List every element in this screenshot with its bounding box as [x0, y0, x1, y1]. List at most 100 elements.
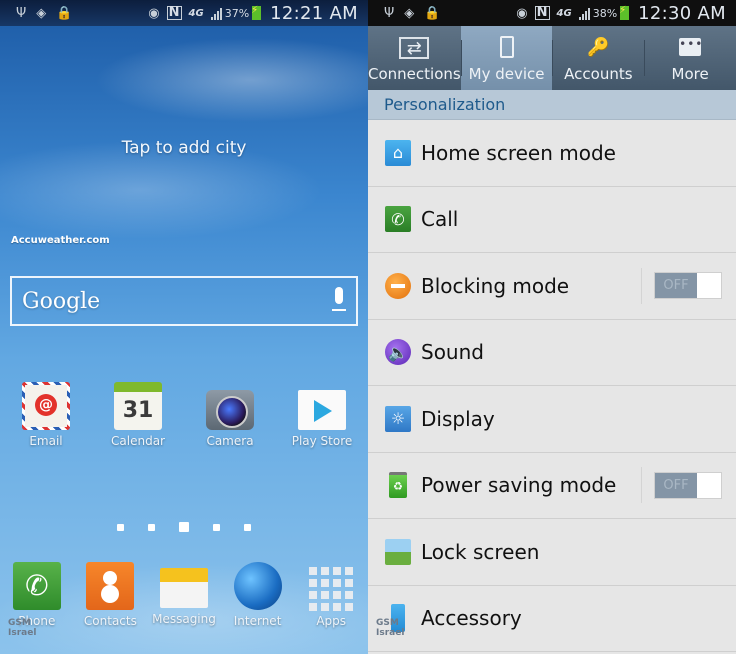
item-label: Display: [421, 406, 495, 431]
tab-label: My device: [468, 65, 545, 83]
app-label: Messaging: [152, 612, 216, 626]
item-label: Home screen mode: [421, 140, 616, 165]
google-logo: Google: [22, 288, 101, 314]
tab-label: More: [671, 65, 709, 83]
messaging-icon: [159, 568, 208, 608]
usb-icon: Ψ: [16, 5, 27, 21]
4g-icon: 4G: [188, 7, 204, 19]
battery-charging-icon: [619, 5, 630, 20]
page-indicator: [0, 522, 368, 532]
lock-warning-icon: 🔒: [424, 5, 441, 21]
status-bar: Ψ ◈ 🔒 ◉ N 4G 38% 12:30 AM: [368, 0, 736, 26]
display-icon: ☼: [385, 405, 411, 432]
status-bar: Ψ ◈ 🔒 ◉ N 4G 37% 12:21 AM: [0, 0, 368, 26]
app-camera[interactable]: Camera: [184, 382, 276, 448]
app-play-store[interactable]: Play Store: [276, 382, 368, 448]
connections-icon: ⇄: [399, 37, 430, 59]
app-label: Apps: [316, 614, 347, 628]
lock-screen-icon: [385, 538, 411, 565]
toggle-thumb: [697, 472, 721, 498]
dock: ✆ Phone Contacts Messaging Internet Apps: [0, 562, 368, 628]
wallpaper: [0, 0, 368, 654]
app-email[interactable]: Email: [0, 382, 92, 448]
google-search-bar[interactable]: Google: [10, 276, 358, 326]
blocking-mode-toggle[interactable]: OFF: [654, 272, 722, 300]
page-dot[interactable]: [117, 523, 124, 531]
key-icon: 🔑: [587, 36, 610, 58]
internet-globe-icon: [233, 562, 282, 610]
microphone-icon[interactable]: [332, 287, 346, 315]
home-screen-icon: ⌂: [385, 139, 411, 166]
page-dot-active[interactable]: [179, 522, 189, 532]
settings-item-home-screen-mode[interactable]: ⌂ Home screen mode: [368, 120, 736, 187]
item-label: Sound: [421, 340, 484, 365]
item-label: Blocking mode: [421, 273, 570, 298]
settings-item-call[interactable]: ✆ Call: [368, 187, 736, 253]
power-saving-toggle[interactable]: OFF: [654, 471, 722, 499]
battery-percent: 38%: [592, 6, 618, 20]
clock: 12:30 AM: [638, 2, 726, 24]
dock-messaging[interactable]: Messaging: [147, 562, 221, 628]
phone-icon: ✆: [12, 562, 61, 610]
settings-item-display[interactable]: ☼ Display: [368, 386, 736, 453]
4g-icon: 4G: [556, 7, 572, 19]
page-dot[interactable]: [244, 523, 251, 531]
blocking-icon: [385, 272, 411, 299]
item-label: Power saving mode: [421, 473, 617, 498]
weather-add-city[interactable]: Tap to add city: [0, 138, 368, 158]
settings-item-lock-screen[interactable]: Lock screen: [368, 519, 736, 586]
dock-apps[interactable]: Apps: [294, 562, 368, 628]
tab-accounts[interactable]: 🔑 Accounts: [552, 26, 644, 90]
wifi-question-icon: ◈: [36, 5, 47, 21]
apps-grid-icon: [307, 562, 355, 611]
call-icon: ✆: [385, 206, 411, 233]
page-dot[interactable]: [148, 523, 155, 531]
tab-connections[interactable]: ⇄ Connections: [368, 26, 461, 90]
settings-item-blocking-mode[interactable]: Blocking mode OFF: [368, 253, 736, 320]
home-screen: Ψ ◈ 🔒 ◉ N 4G 37% 12:21 AM Tap to add cit…: [0, 0, 368, 654]
settings-item-power-saving-mode[interactable]: ♻ Power saving mode OFF: [368, 453, 736, 519]
settings-list: ⌂ Home screen mode ✆ Call Blocking mode …: [368, 120, 736, 652]
nfc-icon: N: [534, 5, 550, 20]
smart-stay-eye-icon: ◉: [148, 5, 160, 21]
tab-label: Accounts: [564, 65, 633, 83]
page-dot[interactable]: [213, 523, 220, 531]
dock-internet[interactable]: Internet: [221, 562, 295, 628]
email-icon: [22, 382, 70, 430]
clock: 12:21 AM: [270, 2, 358, 24]
weather-provider[interactable]: Accuweather.com: [11, 235, 110, 246]
device-icon: [492, 35, 522, 59]
app-label: Play Store: [291, 434, 353, 448]
app-row: Email 31 Calendar Camera Play Store: [0, 382, 368, 448]
play-store-icon: [298, 390, 346, 430]
item-label: Call: [421, 207, 459, 232]
tab-label: Connections: [368, 65, 461, 83]
tab-my-device[interactable]: My device: [460, 26, 553, 90]
tab-more[interactable]: ••• More: [644, 26, 736, 90]
watermark: GSM Israel: [8, 618, 37, 638]
wifi-question-icon: ◈: [404, 5, 415, 21]
toggle-state: OFF: [655, 273, 697, 299]
usb-icon: Ψ: [384, 5, 395, 21]
calendar-icon: 31: [114, 382, 162, 430]
app-label: Calendar: [111, 434, 165, 448]
toggle-state: OFF: [655, 472, 697, 498]
app-label: Contacts: [83, 614, 137, 628]
battery-percent: 37%: [224, 6, 250, 20]
settings-item-accessory[interactable]: Accessory: [368, 586, 736, 652]
app-label: Email: [29, 434, 63, 448]
lock-warning-icon: 🔒: [56, 5, 73, 21]
dock-contacts[interactable]: Contacts: [74, 562, 148, 628]
signal-icon: [210, 7, 222, 20]
app-label: Camera: [206, 434, 254, 448]
settings-item-sound[interactable]: 🔈 Sound: [368, 320, 736, 386]
section-header: Personalization: [368, 90, 736, 120]
settings-screen: Ψ ◈ 🔒 ◉ N 4G 38% 12:30 AM ⇄ Connections …: [368, 0, 736, 654]
settings-tabs: ⇄ Connections My device 🔑 Accounts ••• M…: [368, 26, 736, 90]
toggle-thumb: [697, 273, 721, 299]
camera-icon: [206, 390, 254, 430]
app-calendar[interactable]: 31 Calendar: [92, 382, 184, 448]
power-saving-icon: ♻: [389, 472, 407, 499]
nfc-icon: N: [166, 5, 182, 20]
battery-charging-icon: [251, 5, 262, 20]
